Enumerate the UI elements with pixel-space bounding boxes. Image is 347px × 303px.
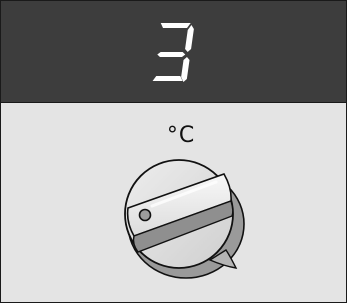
temperature-knob[interactable]	[114, 156, 249, 281]
seven-segment-digit	[152, 23, 194, 82]
digit-readout: 3	[151, 21, 197, 83]
appliance-control-panel: 3 °C	[0, 0, 347, 303]
rotary-knob-icon[interactable]	[114, 156, 249, 281]
digit-value: 3	[151, 21, 152, 22]
unit-label: °C	[166, 123, 196, 148]
dot-indicator-icon	[138, 208, 152, 222]
temperature-display: 3	[1, 1, 346, 103]
